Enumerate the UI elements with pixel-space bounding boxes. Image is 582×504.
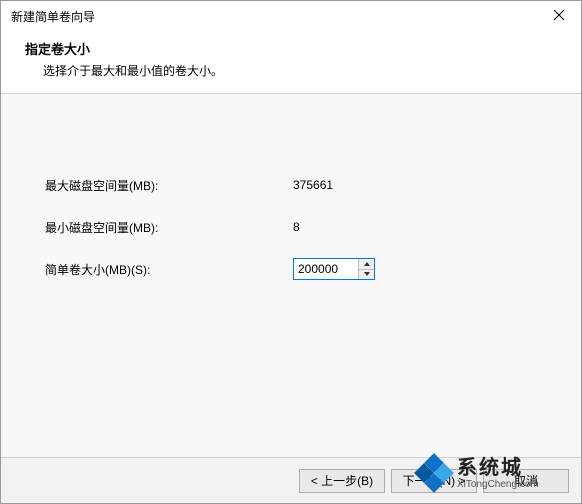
page-subtitle: 选择介于最大和最小值的卷大小。 [43, 62, 581, 79]
max-space-label: 最大磁盘空间量(MB): [45, 177, 293, 194]
window-title: 新建简单卷向导 [11, 8, 95, 25]
max-space-row: 最大磁盘空间量(MB): 375661 [45, 174, 581, 196]
back-button[interactable]: < 上一步(B) [299, 469, 385, 493]
cancel-button[interactable]: 取消 [483, 469, 569, 493]
volume-size-spinner [293, 258, 375, 280]
spinner-up-button[interactable] [359, 259, 374, 270]
page-title: 指定卷大小 [25, 39, 581, 58]
min-space-value: 8 [293, 220, 300, 234]
chevron-down-icon [364, 272, 370, 276]
close-button[interactable] [537, 1, 581, 29]
volume-size-input[interactable] [294, 259, 358, 279]
wizard-window: 新建简单卷向导 指定卷大小 选择介于最大和最小值的卷大小。 最大磁盘空间量(MB… [0, 0, 582, 504]
next-button[interactable]: 下一步(N) > [391, 469, 477, 493]
close-icon [554, 10, 564, 20]
max-space-value: 375661 [293, 178, 333, 192]
titlebar: 新建简单卷向导 [1, 1, 581, 31]
volume-size-row: 简单卷大小(MB)(S): [45, 258, 581, 280]
content-area: 最大磁盘空间量(MB): 375661 最小磁盘空间量(MB): 8 简单卷大小… [1, 94, 581, 457]
chevron-up-icon [364, 262, 370, 266]
min-space-label: 最小磁盘空间量(MB): [45, 219, 293, 236]
volume-size-label: 简单卷大小(MB)(S): [45, 261, 293, 278]
spinner-down-button[interactable] [359, 270, 374, 280]
min-space-row: 最小磁盘空间量(MB): 8 [45, 216, 581, 238]
footer: < 上一步(B) 下一步(N) > 取消 [1, 457, 581, 503]
spinner-buttons [358, 259, 374, 279]
header-area: 指定卷大小 选择介于最大和最小值的卷大小。 [1, 31, 581, 94]
